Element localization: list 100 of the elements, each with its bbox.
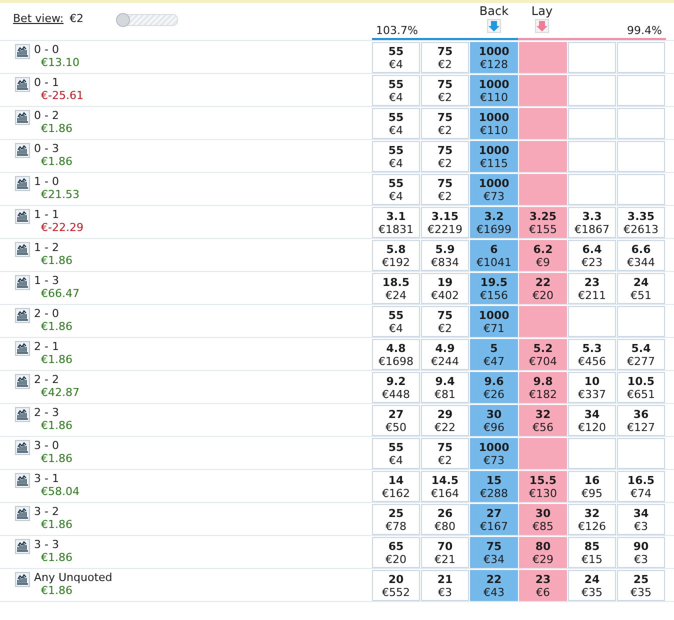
price-cell[interactable]: 3.1 €1831 [372, 207, 420, 238]
price-cell[interactable]: 4.8 €1698 [372, 339, 420, 370]
chart-icon[interactable] [15, 473, 30, 488]
chart-icon[interactable] [15, 176, 30, 191]
price-cell[interactable]: 6.6 €344 [617, 240, 665, 271]
price-cell[interactable]: 14.5 €164 [421, 471, 469, 502]
price-cell[interactable]: 80 €29 [519, 537, 567, 568]
price-cell[interactable]: 23 €211 [568, 273, 616, 304]
price-cell[interactable]: 25 €78 [372, 504, 420, 535]
price-cell[interactable]: 5.4 €277 [617, 339, 665, 370]
price-cell[interactable]: 5 €47 [470, 339, 518, 370]
price-cell[interactable]: 1000 €71 [470, 306, 518, 337]
chart-icon[interactable] [15, 374, 30, 389]
price-cell[interactable]: 20 €552 [372, 570, 420, 601]
price-cell[interactable]: 32 €56 [519, 405, 567, 436]
slider-thumb[interactable] [116, 13, 130, 27]
price-cell[interactable]: 22 €20 [519, 273, 567, 304]
price-cell[interactable]: 1000 €115 [470, 141, 518, 172]
chart-icon[interactable] [15, 44, 30, 59]
price-cell[interactable]: 34 €120 [568, 405, 616, 436]
price-cell[interactable]: 5.9 €834 [421, 240, 469, 271]
price-cell[interactable]: 23 €6 [519, 570, 567, 601]
chart-icon[interactable] [15, 440, 30, 455]
price-cell[interactable]: 6 €1041 [470, 240, 518, 271]
price-cell[interactable]: 75 €2 [421, 42, 469, 73]
price-cell[interactable]: 15.5 €130 [519, 471, 567, 502]
price-cell[interactable]: 1000 €73 [470, 174, 518, 205]
price-cell[interactable]: 90 €3 [617, 537, 665, 568]
chart-icon[interactable] [15, 539, 30, 554]
price-cell[interactable]: 5.8 €192 [372, 240, 420, 271]
price-cell[interactable]: 24 €51 [617, 273, 665, 304]
price-cell[interactable]: 55 €4 [372, 75, 420, 106]
price-cell[interactable]: 1000 €73 [470, 438, 518, 469]
price-cell[interactable]: 4.9 €244 [421, 339, 469, 370]
price-cell[interactable]: 9.4 €81 [421, 372, 469, 403]
price-cell[interactable]: 3.35 €2613 [617, 207, 665, 238]
price-cell[interactable]: 34 €3 [617, 504, 665, 535]
price-cell[interactable]: 75 €2 [421, 438, 469, 469]
price-cell[interactable]: 3.15 €2219 [421, 207, 469, 238]
price-cell[interactable]: 30 €96 [470, 405, 518, 436]
price-cell[interactable]: 10.5 €651 [617, 372, 665, 403]
price-cell[interactable]: 9.6 €26 [470, 372, 518, 403]
price-cell[interactable]: 3.25 €155 [519, 207, 567, 238]
chart-icon[interactable] [15, 407, 30, 422]
chart-icon[interactable] [15, 209, 30, 224]
price-cell[interactable]: 27 €50 [372, 405, 420, 436]
price-cell[interactable]: 3.3 €1867 [568, 207, 616, 238]
price-cell[interactable]: 9.2 €448 [372, 372, 420, 403]
price-cell[interactable]: 75 €2 [421, 306, 469, 337]
price-cell[interactable]: 55 €4 [372, 306, 420, 337]
price-cell[interactable]: 9.8 €182 [519, 372, 567, 403]
price-cell[interactable]: 75 €34 [470, 537, 518, 568]
chart-icon[interactable] [15, 506, 30, 521]
price-cell[interactable]: 27 €167 [470, 504, 518, 535]
price-cell[interactable]: 1000 €110 [470, 75, 518, 106]
price-cell[interactable]: 26 €80 [421, 504, 469, 535]
price-cell[interactable]: 75 €2 [421, 141, 469, 172]
price-cell[interactable]: 15 €288 [470, 471, 518, 502]
price-cell[interactable]: 55 €4 [372, 141, 420, 172]
chart-icon[interactable] [15, 77, 30, 92]
chart-icon[interactable] [15, 143, 30, 158]
price-cell[interactable]: 1000 €128 [470, 42, 518, 73]
price-cell[interactable]: 1000 €110 [470, 108, 518, 139]
bet-view-link[interactable]: Bet view: [13, 12, 64, 25]
chart-icon[interactable] [15, 275, 30, 290]
price-cell[interactable]: 36 €127 [617, 405, 665, 436]
price-cell[interactable]: 3.2 €1699 [470, 207, 518, 238]
price-cell[interactable]: 16 €95 [568, 471, 616, 502]
price-cell[interactable]: 24 €35 [568, 570, 616, 601]
price-cell[interactable]: 55 €4 [372, 108, 420, 139]
price-cell[interactable]: 19.5 €156 [470, 273, 518, 304]
chart-icon[interactable] [15, 308, 30, 323]
price-cell[interactable]: 55 €4 [372, 174, 420, 205]
chart-icon[interactable] [15, 242, 30, 257]
price-cell[interactable]: 21 €3 [421, 570, 469, 601]
price-cell[interactable]: 18.5 €24 [372, 273, 420, 304]
price-cell[interactable]: 55 €4 [372, 438, 420, 469]
chart-icon[interactable] [15, 341, 30, 356]
chart-icon[interactable] [15, 110, 30, 125]
chart-icon[interactable] [15, 572, 30, 587]
price-cell[interactable]: 5.3 €456 [568, 339, 616, 370]
price-cell[interactable]: 6.4 €23 [568, 240, 616, 271]
price-cell[interactable]: 19 €402 [421, 273, 469, 304]
price-cell[interactable]: 5.2 €704 [519, 339, 567, 370]
price-cell[interactable]: 30 €85 [519, 504, 567, 535]
price-cell[interactable]: 10 €337 [568, 372, 616, 403]
stake-slider[interactable] [118, 14, 178, 26]
price-cell[interactable]: 14 €162 [372, 471, 420, 502]
price-cell[interactable]: 29 €22 [421, 405, 469, 436]
price-cell[interactable]: 65 €20 [372, 537, 420, 568]
price-cell[interactable]: 32 €126 [568, 504, 616, 535]
price-cell[interactable]: 70 €21 [421, 537, 469, 568]
price-cell[interactable]: 6.2 €9 [519, 240, 567, 271]
price-cell[interactable]: 85 €15 [568, 537, 616, 568]
price-cell[interactable]: 22 €43 [470, 570, 518, 601]
price-cell[interactable]: 55 €4 [372, 42, 420, 73]
price-cell[interactable]: 75 €2 [421, 174, 469, 205]
price-cell[interactable]: 16.5 €74 [617, 471, 665, 502]
price-cell[interactable]: 75 €2 [421, 108, 469, 139]
price-cell[interactable]: 25 €35 [617, 570, 665, 601]
